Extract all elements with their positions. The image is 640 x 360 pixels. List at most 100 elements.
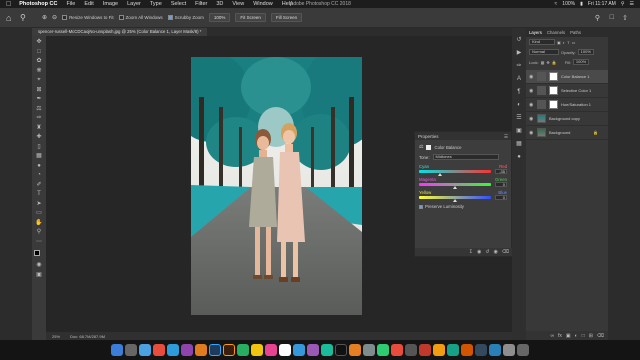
menu-layer[interactable]: Layer [127, 1, 141, 7]
screen-mode-icon[interactable]: ▣ [35, 272, 44, 280]
healing-brush-tool-icon[interactable]: ⚖ [35, 106, 44, 114]
shape-tool-icon[interactable]: ▭ [35, 210, 44, 218]
reset-icon[interactable]: ↺ [485, 249, 489, 255]
podcasts-icon[interactable] [307, 344, 319, 356]
layer-mask-thumb[interactable] [549, 72, 558, 81]
zoom-tool-icon[interactable]: ⚲ [35, 229, 44, 237]
apple-icon[interactable]:  [6, 1, 11, 8]
layer-row-background-copy[interactable]: ◉ Background copy [526, 112, 608, 126]
photoshop-icon[interactable] [209, 344, 221, 356]
numbers-icon[interactable] [377, 344, 389, 356]
filter-shape-icon[interactable]: ▭ [572, 40, 576, 45]
preserve-luminosity-row[interactable]: Preserve Luminosity [415, 204, 511, 209]
magenta-green-slider[interactable] [419, 183, 491, 189]
move-tool-icon[interactable]: ✥ [35, 39, 44, 47]
layer-row-background[interactable]: ◉ Background 🔒 [526, 126, 608, 140]
safari-icon[interactable] [139, 344, 151, 356]
lock-position-icon[interactable]: ✥ [546, 60, 549, 65]
zoom-all-checkbox[interactable]: Zoom All Windows [118, 15, 163, 20]
dodge-tool-icon[interactable]: ◔ [35, 172, 44, 180]
app-icon[interactable] [489, 344, 501, 356]
slider-knob[interactable] [453, 198, 457, 202]
hand-tool-icon[interactable]: ✋ [35, 220, 44, 228]
app-icon[interactable] [419, 344, 431, 356]
link-layers-icon[interactable]: ∞ [550, 333, 554, 339]
layer-mask-thumb[interactable] [549, 100, 558, 109]
add-mask-icon[interactable]: ▣ [566, 333, 571, 339]
slider-knob[interactable] [437, 172, 442, 176]
foreground-color[interactable] [34, 250, 40, 256]
visibility-eye-icon[interactable]: ◉ [529, 102, 534, 108]
trash-icon[interactable]: ⌫ [597, 333, 604, 339]
delete-icon[interactable]: ⌫ [502, 249, 509, 255]
menu-type[interactable]: Type [150, 1, 162, 7]
resize-windows-checkbox[interactable]: Resize Windows to Fit [62, 15, 114, 20]
terminal-icon[interactable] [475, 344, 487, 356]
app-icon[interactable] [447, 344, 459, 356]
menu-image[interactable]: Image [103, 1, 118, 7]
menu-file[interactable]: File [66, 1, 75, 7]
blend-mode-select[interactable]: Normal [529, 49, 559, 55]
menu-select[interactable]: Select [171, 1, 186, 7]
tab-paths[interactable]: Paths [570, 30, 581, 35]
lock-all-icon[interactable]: 🔒 [552, 60, 557, 65]
visibility-icon[interactable]: ◉ [494, 249, 498, 255]
system-preferences-icon[interactable] [405, 344, 417, 356]
yellow-blue-slider[interactable] [419, 196, 491, 202]
menu-edit[interactable]: Edit [84, 1, 93, 7]
zoom-in-icon[interactable]: ⊕ [42, 14, 47, 21]
mask-icon[interactable] [426, 144, 432, 150]
appletv-icon[interactable] [335, 344, 347, 356]
cyan-red-slider[interactable] [419, 170, 491, 176]
fill-field[interactable]: 100% [572, 59, 590, 65]
zoom-tool-icon[interactable]: ⚲ [20, 13, 30, 23]
type-tool-icon[interactable]: T [35, 191, 44, 199]
kind-filter-select[interactable]: Kind [529, 39, 555, 45]
app-icon[interactable] [181, 344, 193, 356]
properties-header[interactable]: Properties ☰ [415, 132, 511, 140]
menu-3d[interactable]: 3D [216, 1, 223, 7]
app-icon[interactable] [461, 344, 473, 356]
visibility-eye-icon[interactable]: ◉ [529, 116, 534, 122]
mail-icon[interactable] [167, 344, 179, 356]
app-icon[interactable] [195, 344, 207, 356]
visibility-eye-icon[interactable]: ◉ [529, 74, 534, 80]
illustrator-icon[interactable] [223, 344, 235, 356]
lock-pixels-icon[interactable]: ▦ [541, 60, 545, 65]
menu-list-icon[interactable]: ☰ [630, 1, 634, 7]
layer-row-color-balance[interactable]: ◉ Color Balance 1 [526, 70, 608, 84]
tab-layers[interactable]: Layers [529, 30, 542, 35]
doc-size-readout[interactable]: Doc: 68.7M/287.9M [70, 334, 105, 339]
more-tools-icon[interactable]: ⋯ [35, 239, 44, 247]
maps-icon[interactable] [321, 344, 333, 356]
quick-mask-icon[interactable]: ◉ [35, 262, 44, 270]
search-icon[interactable]: ⚲ [621, 1, 625, 7]
visibility-eye-icon[interactable]: ◉ [529, 88, 534, 94]
zoom-readout[interactable]: 25% [52, 334, 60, 339]
fx-icon[interactable]: fx [558, 333, 562, 339]
history-icon[interactable]: ↺ [515, 36, 523, 44]
photos-icon[interactable] [265, 344, 277, 356]
share-icon[interactable]: ⇧ [622, 14, 628, 22]
document-canvas-image[interactable] [191, 57, 362, 315]
visibility-eye-icon[interactable]: ◉ [529, 130, 534, 136]
paragraph-icon[interactable]: ¶ [515, 88, 523, 96]
magenta-green-value[interactable]: 0 [495, 182, 507, 187]
workspace-icon[interactable]: □ [610, 14, 614, 21]
character-icon[interactable]: A [515, 75, 523, 83]
lasso-tool-icon[interactable]: ✿ [35, 58, 44, 66]
actions-icon[interactable]: ▶ [515, 49, 523, 57]
slider-knob[interactable] [453, 185, 457, 189]
frame-tool-icon[interactable]: ⊠ [35, 87, 44, 95]
finder-icon[interactable] [111, 344, 123, 356]
panel-menu-icon[interactable]: ☰ [504, 134, 508, 139]
menu-filter[interactable]: Filter [195, 1, 207, 7]
app-store-icon[interactable] [293, 344, 305, 356]
yellow-blue-value[interactable]: 0 [495, 195, 507, 200]
color-swatches[interactable] [34, 250, 44, 260]
filter-adjust-icon[interactable]: ◐ [563, 40, 565, 45]
opacity-field[interactable]: 100% [577, 49, 594, 55]
tab-channels[interactable]: Channels [547, 30, 565, 35]
fit-screen-button[interactable]: Fit Screen [235, 13, 266, 22]
clock[interactable]: Fri 11:17 AM [588, 1, 616, 7]
